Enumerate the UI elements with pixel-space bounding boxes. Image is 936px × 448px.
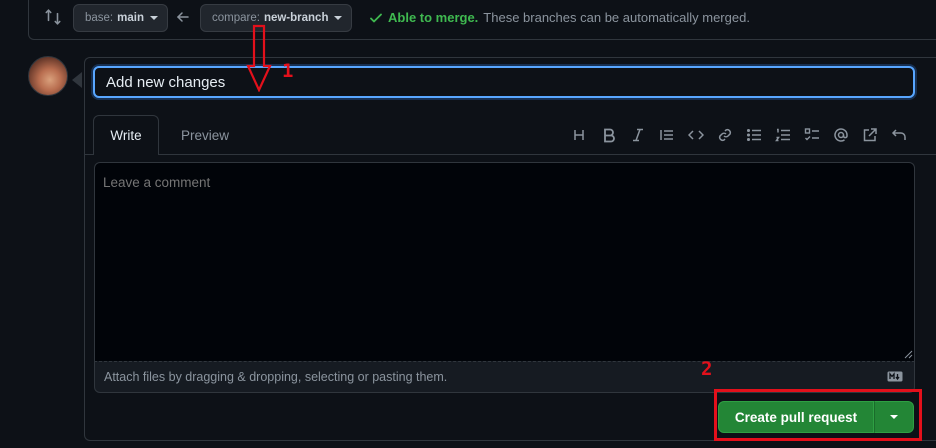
compare-branch-select[interactable]: compare: new-branch xyxy=(200,4,353,32)
avatar xyxy=(28,56,68,96)
markdown-toolbar xyxy=(565,124,913,146)
pr-title-input[interactable] xyxy=(93,66,915,98)
code-icon[interactable] xyxy=(681,124,710,146)
compare-arrows-icon xyxy=(45,9,61,25)
reference-icon[interactable] xyxy=(855,124,884,146)
heading-icon[interactable] xyxy=(565,124,594,146)
annotation-highlight-box xyxy=(714,389,922,441)
annotation-step-1: 1 xyxy=(282,60,294,82)
chevron-down-icon xyxy=(334,16,343,20)
arrow-left-icon xyxy=(176,12,189,22)
check-icon xyxy=(370,13,382,22)
markdown-icon xyxy=(887,371,903,382)
arrow-down-icon xyxy=(246,24,272,92)
ordered-list-icon[interactable] xyxy=(768,124,797,146)
resize-handle-icon[interactable] xyxy=(903,349,913,359)
mention-icon[interactable] xyxy=(826,124,855,146)
unordered-list-icon[interactable] xyxy=(739,124,768,146)
base-branch-label: base: xyxy=(85,12,114,24)
comment-textarea[interactable] xyxy=(94,162,915,361)
tab-write[interactable]: Write xyxy=(93,115,159,155)
compare-branch-value: new-branch xyxy=(263,12,329,24)
undo-icon[interactable] xyxy=(884,124,913,146)
base-branch-select[interactable]: base: main xyxy=(73,4,168,32)
quote-icon[interactable] xyxy=(652,124,681,146)
task-list-icon[interactable] xyxy=(797,124,826,146)
tab-preview[interactable]: Preview xyxy=(170,115,240,155)
attach-files-text: Attach files by dragging & dropping, sel… xyxy=(104,370,448,384)
italic-icon[interactable] xyxy=(623,124,652,146)
chevron-down-icon xyxy=(149,16,158,20)
base-branch-value: main xyxy=(117,12,144,24)
merge-status: Able to merge. These branches can be aut… xyxy=(369,10,750,25)
annotation-step-2: 2 xyxy=(701,358,713,380)
merge-ok-text: Able to merge. xyxy=(388,10,479,25)
avatar-pointer xyxy=(72,72,82,88)
merge-description: These branches can be automatically merg… xyxy=(483,10,750,25)
compare-branch-label: compare: xyxy=(212,12,260,24)
bold-icon[interactable] xyxy=(594,124,623,146)
link-icon[interactable] xyxy=(710,124,739,146)
